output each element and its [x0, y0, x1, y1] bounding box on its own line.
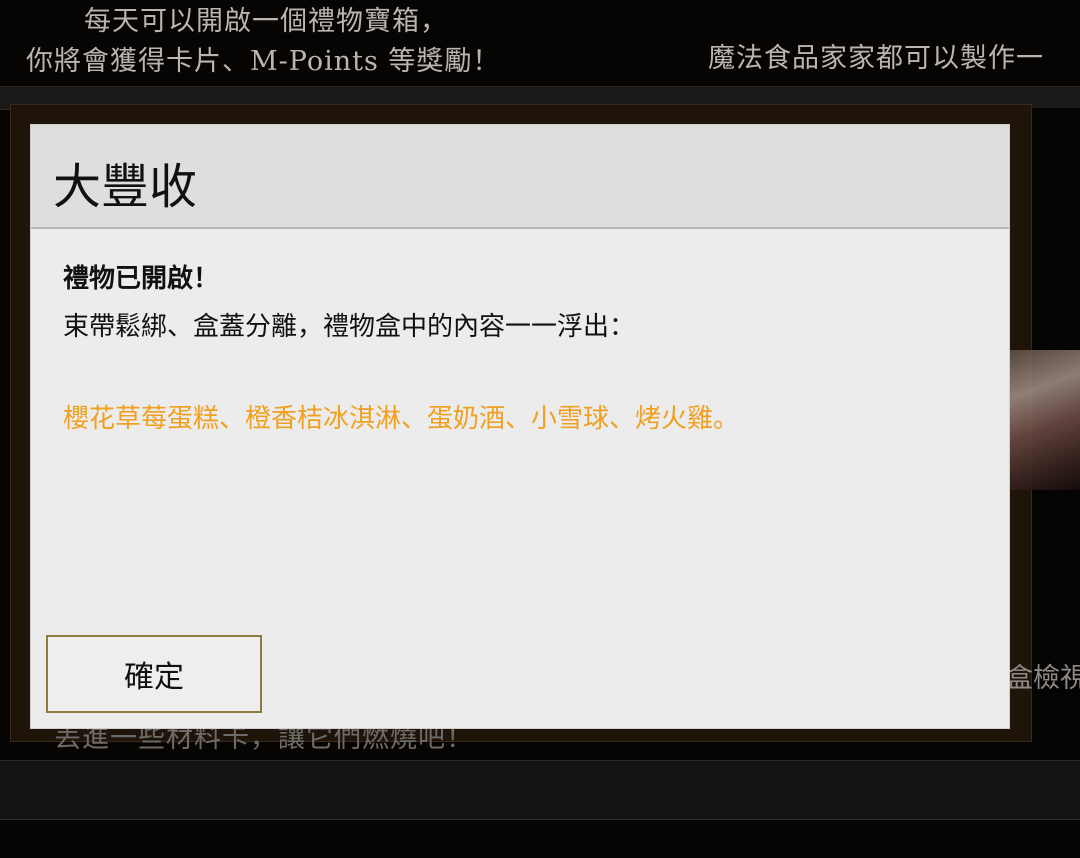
dialog-body: 禮物已開啟！ 束帶鬆綁、盒蓋分離，禮物盒中的內容一一浮出： 櫻花草莓蛋糕、橙香桔… [63, 255, 977, 443]
gift-items-list: 櫻花草莓蛋糕、橙香桔冰淇淋、蛋奶酒、小雪球、烤火雞。 [63, 404, 740, 434]
background-reward-line1: 每天可以開啟一個禮物寶箱， [84, 6, 448, 37]
dialog-title: 大豐收 [53, 159, 198, 215]
background-inspect-text: 盒檢視 [1006, 663, 1080, 694]
background-bottom-bar [0, 760, 1080, 820]
confirm-button[interactable]: 確定 [46, 635, 262, 713]
background-card-art [1005, 350, 1080, 490]
background-reward-info: 每天可以開啟一個禮物寶箱， 你將會獲得卡片、M-Points 等獎勵！ [26, 2, 586, 82]
dialog-header: 大豐收 [31, 125, 1009, 229]
gift-result-dialog: 大豐收 禮物已開啟！ 束帶鬆綁、盒蓋分離，禮物盒中的內容一一浮出： 櫻花草莓蛋糕… [31, 125, 1009, 728]
gift-opened-heading: 禮物已開啟！ [63, 264, 220, 294]
gift-description: 束帶鬆綁、盒蓋分離，禮物盒中的內容一一浮出： [63, 312, 636, 342]
background-reward-line2: 你將會獲得卡片、M-Points 等獎勵！ [26, 46, 501, 77]
background-magic-food-text: 魔法食品家家都可以製作一 [708, 43, 1044, 74]
